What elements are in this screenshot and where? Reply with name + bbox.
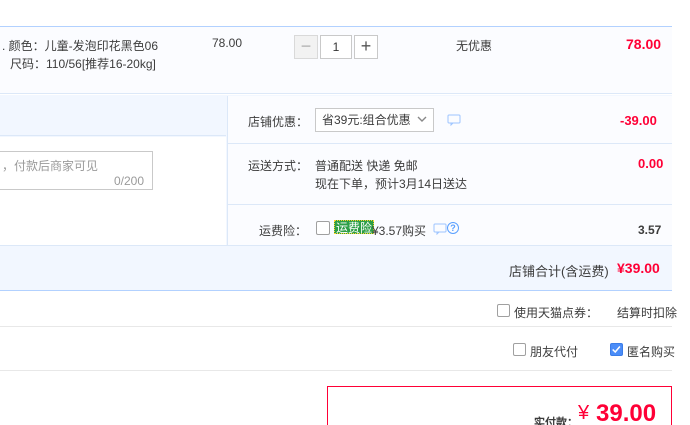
shipping-insurance-checkbox[interactable] (316, 221, 330, 235)
item-subtotal: 78.00 (626, 36, 662, 52)
payment-amount: 39.00 (596, 400, 657, 425)
shop-left-header (0, 96, 226, 136)
shop-total-label: 店铺合计(含运费) (509, 264, 609, 279)
item-color-attribute: . 颜色：儿童-发泡印花黑色06 (2, 38, 158, 54)
shipping-eta: 现在下单，预计3月14日送达 (315, 177, 468, 191)
item-color-text: 颜色：儿童-发泡印花黑色06 (8, 39, 159, 53)
item-discount: 无优惠 (456, 39, 493, 53)
tmall-points-checkbox[interactable] (497, 304, 510, 317)
buyer-message-placeholder: ，付款后商家可见 (2, 159, 99, 173)
shipping-insurance-value: 3.57 (638, 223, 662, 237)
anonymous-purchase-checkbox[interactable] (610, 343, 623, 356)
shop-total-value: ¥39.00 (617, 260, 660, 276)
shop-discount-label: 店铺优惠： (248, 115, 309, 129)
shipping-insurance-badge: 运费险 (334, 220, 375, 235)
shop-discount-value: -39.00 (620, 113, 657, 128)
quantity-input[interactable]: 1 (320, 35, 352, 59)
friend-pay-checkbox[interactable] (513, 343, 526, 356)
shipping-fee-value: 0.00 (638, 156, 664, 171)
shipping-insurance-label: 运费险： (259, 224, 308, 238)
checkmark-icon (612, 346, 621, 354)
quantity-increase-button[interactable]: + (354, 35, 378, 59)
friend-pay-label: 朋友代付 (530, 345, 579, 359)
payment-label: 实付款： (534, 417, 578, 425)
chevron-down-icon[interactable] (415, 112, 429, 126)
anonymous-purchase-label: 匿名购买 (627, 345, 676, 359)
divider (227, 143, 672, 144)
help-icon[interactable]: ? (447, 222, 459, 234)
tmall-points-label: 使用天猫点券： (514, 306, 599, 320)
divider (227, 204, 672, 205)
item-size-attribute: 尺码：110/56[推荐16-20kg] (10, 57, 156, 71)
unit-price: 78.00 (212, 36, 243, 50)
chat-icon[interactable] (447, 114, 461, 126)
buyer-message-counter: 0/200 (114, 174, 145, 188)
shipping-insurance-price: ¥3.57购买 (372, 224, 427, 238)
ellipsis: . (2, 39, 9, 53)
divider (0, 245, 672, 246)
payment-currency: ¥ (578, 402, 590, 424)
shipping-method: 普通配送 快递 免邮 (315, 159, 418, 173)
quantity-decrease-button[interactable]: − (294, 35, 318, 59)
chat-icon[interactable] (433, 223, 447, 235)
shipping-method-label: 运送方式： (248, 159, 309, 173)
tmall-points-note: 结算时扣除 (617, 306, 678, 320)
